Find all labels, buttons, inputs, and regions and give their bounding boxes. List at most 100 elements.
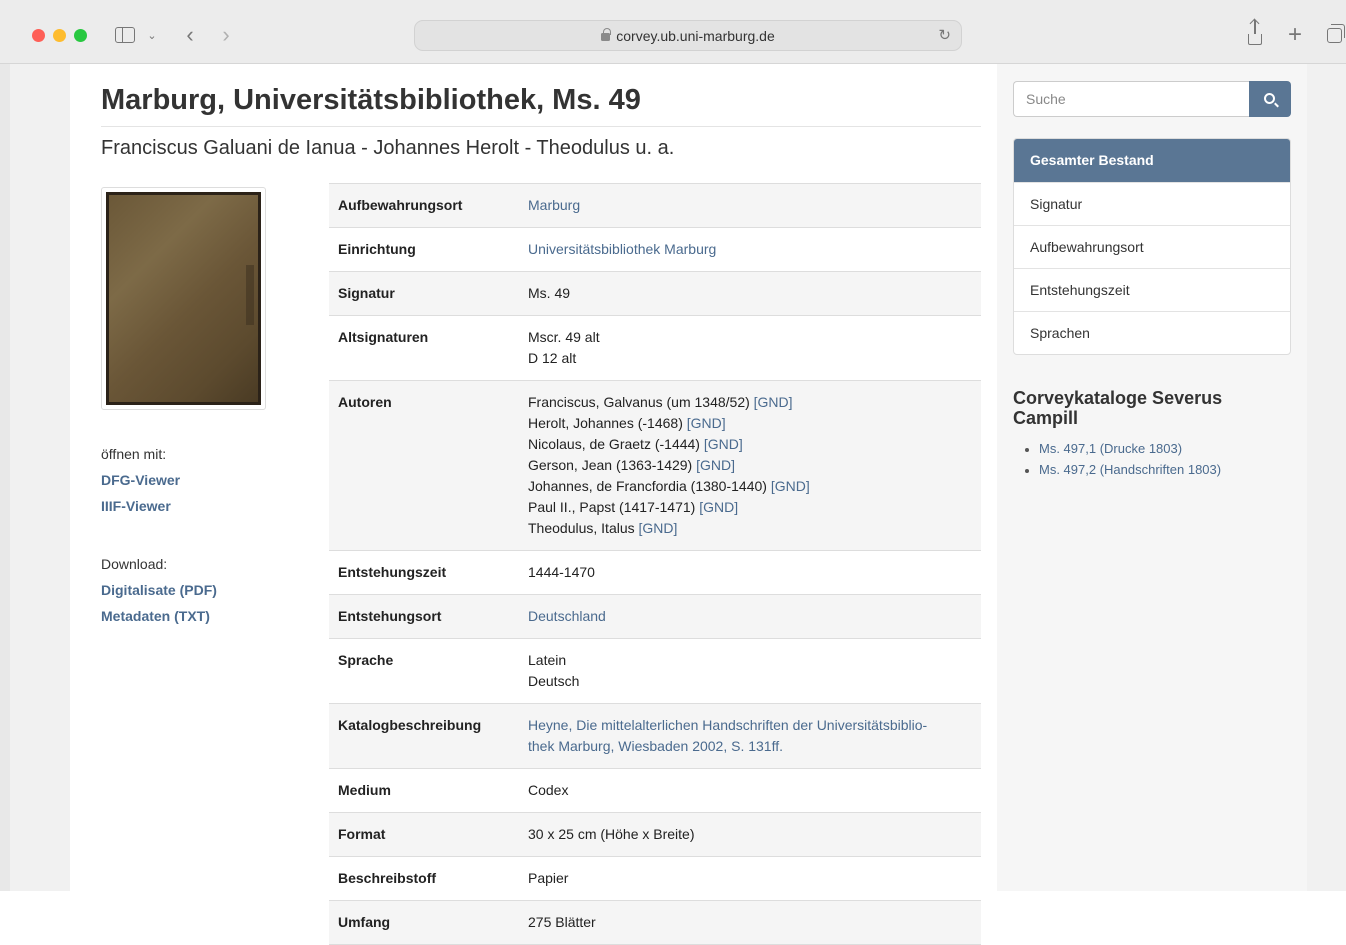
table-row: Katalogbeschreibung Heyne, Die mittelalte… — [329, 703, 981, 769]
close-window-button[interactable] — [32, 29, 45, 42]
meta-value-line: Ms. 49 — [528, 283, 973, 304]
forward-icon[interactable]: › — [216, 22, 236, 48]
meta-value: Franciscus, Galvanus (um 1348/52) [GND] H… — [519, 380, 981, 551]
meta-text: Deutsch — [528, 673, 580, 689]
meta-value-line: Codex — [528, 780, 973, 801]
table-row: Beschreibstoff Papier — [329, 856, 981, 901]
catalog-list: Ms. 497,1 (Drucke 1803) Ms. 497,2 (Hands… — [1024, 441, 1221, 483]
meta-key: Beschreibstoff — [329, 856, 519, 901]
nav-item-entstehungszeit[interactable]: Entstehungszeit — [1014, 268, 1290, 311]
meta-text: Codex — [528, 782, 569, 798]
meta-value: Papier — [519, 856, 981, 901]
metadata-table: Aufbewahrungsort Marburg Einrichtung Univer… — [329, 183, 981, 945]
meta-text: 30 x 25 cm (Höhe x Breite) — [528, 826, 695, 842]
tab-overview-icon[interactable] — [1322, 22, 1346, 48]
minimize-window-button[interactable] — [53, 29, 66, 42]
catalog-heading: Corveykataloge Severus Campill — [1013, 388, 1223, 428]
lock-icon — [601, 27, 611, 41]
manuscript-thumbnail[interactable] — [101, 187, 266, 410]
sidebar-toggle-icon[interactable] — [113, 22, 137, 48]
facet-nav: Gesamter Bestand Signatur Aufbewahrungso… — [1013, 138, 1291, 355]
table-row: Aufbewahrungsort Marburg — [329, 183, 981, 228]
meta-text: Johannes, de Francfordia (1380-1440) — [528, 478, 767, 494]
meta-key: Umfang — [329, 900, 519, 945]
table-row: Format 30 x 25 cm (Höhe x Breite) — [329, 812, 981, 857]
gnd-link[interactable]: [GND] — [639, 520, 678, 536]
meta-text: D 12 alt — [528, 350, 577, 366]
table-row: Signatur Ms. 49 — [329, 271, 981, 316]
meta-key: Aufbewahrungsort — [329, 183, 519, 228]
gnd-link[interactable]: [GND] — [754, 394, 793, 410]
chevron-down-icon[interactable]: ⌄ — [145, 22, 159, 48]
reload-icon[interactable]: ↻ — [938, 26, 951, 44]
meta-value: Mscr. 49 alt D 12 alt — [519, 315, 981, 381]
meta-key: Sprache — [329, 638, 519, 704]
meta-text: Herolt, Johannes (-1468) — [528, 415, 683, 431]
meta-value-line: Herolt, Johannes (-1468) [GND] — [528, 413, 973, 434]
meta-text: Theodulus, Italus — [528, 520, 635, 536]
meta-text: Ms. 49 — [528, 285, 571, 301]
right-sidebar: Gesamter Bestand Signatur Aufbewahrungso… — [997, 64, 1307, 891]
nav-item-gesamter-bestand[interactable]: Gesamter Bestand — [1014, 139, 1290, 182]
meta-key: Altsignaturen — [329, 315, 519, 381]
meta-value-line: Universitätsbibliothek Marburg — [528, 239, 973, 260]
page-title: Marburg, Universitätsbibliothek, Ms. 49 — [101, 84, 641, 116]
meta-value-line: Deutschland — [528, 606, 973, 627]
nav-item-signatur[interactable]: Signatur — [1014, 182, 1290, 225]
meta-value-line: Johannes, de Francfordia (1380-1440) [GN… — [528, 476, 973, 497]
back-icon[interactable]: ‹ — [180, 22, 200, 48]
meta-text: Paul II., Papst (1417-1471) — [528, 499, 696, 515]
meta-value-line: Marburg — [528, 195, 973, 216]
meta-value: Ms. 49 — [519, 271, 981, 316]
gnd-link[interactable]: [GND] — [699, 499, 738, 515]
meta-key: Katalogbeschreibung — [329, 703, 519, 769]
meta-key: Einrichtung — [329, 227, 519, 272]
meta-link[interactable]: thek Marburg, Wiesbaden 2002, S. 131ff. — [528, 738, 783, 754]
gnd-link[interactable]: [GND] — [687, 415, 726, 431]
zoom-window-button[interactable] — [74, 29, 87, 42]
table-row: Altsignaturen Mscr. 49 alt D 12 alt — [329, 315, 981, 381]
pdf-download-link[interactable]: Digitalisate (PDF) — [101, 582, 217, 598]
main-content: Marburg, Universitätsbibliothek, Ms. 49 … — [70, 64, 997, 945]
table-row: Medium Codex — [329, 768, 981, 813]
meta-link[interactable]: Marburg — [528, 197, 580, 213]
meta-link[interactable]: Heyne, Die mittelalterlichen Handschrift… — [528, 717, 927, 733]
gnd-link[interactable]: [GND] — [771, 478, 810, 494]
share-icon[interactable] — [1244, 19, 1266, 48]
nav-item-sprachen[interactable]: Sprachen — [1014, 311, 1290, 354]
meta-value: 1444-1470 — [519, 550, 981, 595]
meta-value-line: Theodulus, Italus [GND] — [528, 518, 973, 539]
meta-value: Heyne, Die mittelalterlichen Handschrift… — [519, 703, 981, 769]
table-row: Entstehungszeit 1444-1470 — [329, 550, 981, 595]
address-bar[interactable]: corvey.ub.uni-marburg.de ↻ — [414, 20, 962, 51]
meta-value-line: 30 x 25 cm (Höhe x Breite) — [528, 824, 973, 845]
meta-link[interactable]: Deutschland — [528, 608, 606, 624]
page-viewport: Marburg, Universitätsbibliothek, Ms. 49 … — [0, 64, 1346, 945]
new-tab-icon[interactable]: + — [1285, 21, 1305, 48]
window-edge — [0, 64, 10, 891]
meta-link[interactable]: Universitätsbibliothek Marburg — [528, 241, 716, 257]
catalog-link-handschriften[interactable]: Ms. 497,2 (Handschriften 1803) — [1039, 462, 1221, 477]
metadata-download-link[interactable]: Metadaten (TXT) — [101, 608, 210, 624]
url-text: corvey.ub.uni-marburg.de — [616, 27, 775, 44]
meta-text: Franciscus, Galvanus (um 1348/52) — [528, 394, 750, 410]
table-row: Entstehungsort Deutschland — [329, 594, 981, 639]
search-icon — [1263, 92, 1275, 104]
meta-value: Marburg — [519, 183, 981, 228]
list-item: Ms. 497,1 (Drucke 1803) — [1024, 441, 1221, 462]
page-subtitle: Franciscus Galuani de Ianua - Johannes H… — [101, 137, 675, 159]
title-divider — [101, 126, 981, 127]
dfg-viewer-link[interactable]: DFG-Viewer — [101, 472, 180, 488]
gnd-link[interactable]: [GND] — [704, 436, 743, 452]
meta-text: Gerson, Jean (1363-1429) — [528, 457, 693, 473]
meta-text: 275 Blätter — [528, 914, 596, 930]
search-input[interactable] — [1013, 81, 1250, 117]
meta-value-line: Nicolaus, de Graetz (-1444) [GND] — [528, 434, 973, 455]
nav-item-aufbewahrungsort[interactable]: Aufbewahrungsort — [1014, 225, 1290, 268]
gnd-link[interactable]: [GND] — [696, 457, 735, 473]
catalog-link-drucke[interactable]: Ms. 497,1 (Drucke 1803) — [1039, 441, 1182, 456]
search-button[interactable] — [1249, 81, 1291, 117]
iiif-viewer-link[interactable]: IIIF-Viewer — [101, 498, 171, 514]
meta-value: Deutschland — [519, 594, 981, 639]
meta-key: Autoren — [329, 380, 519, 551]
